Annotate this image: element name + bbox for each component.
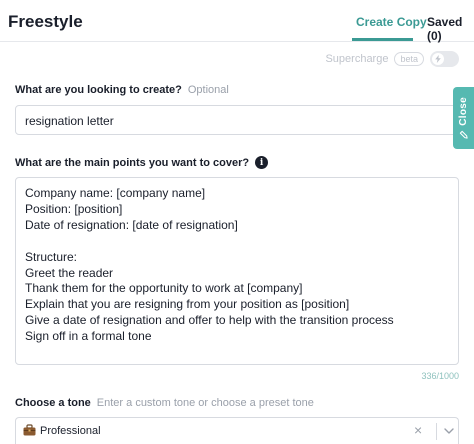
supercharge-toggle[interactable] [430,51,459,67]
active-tab-indicator [352,38,413,41]
beta-badge: beta [394,52,424,66]
close-side-tab[interactable]: Close [453,87,474,149]
info-icon[interactable]: i [255,156,269,169]
tone-selected-value: Professional [40,425,101,437]
tone-hint: Enter a custom tone or choose a preset t… [96,397,314,409]
clear-icon[interactable]: × [414,422,422,438]
header: Freestyle Create Copy Saved (0) [0,0,474,43]
create-field-label: What are you looking to create? Optional [15,84,229,96]
close-label: Close [458,97,469,126]
toggle-knob [432,53,444,65]
points-field-label-text: What are the main points you want to cov… [15,156,250,169]
optional-hint: Optional [187,84,229,96]
pencil-icon [459,130,468,139]
points-textarea[interactable]: Company name: [company name] Position: [… [15,177,459,365]
chevron-down-icon[interactable] [443,425,455,437]
points-field-label: What are the main points you want to cov… [15,156,269,169]
tab-create-copy[interactable]: Create Copy [356,15,427,29]
char-count: 336/1000 [421,371,459,381]
create-input[interactable]: resignation letter [15,105,459,135]
tab-saved[interactable]: Saved (0) [427,15,474,43]
tone-field-label-text: Choose a tone [15,397,91,409]
create-field-label-text: What are you looking to create? [15,84,182,96]
tone-select[interactable]: Professional × [15,417,459,444]
lightning-icon [435,55,441,63]
app-title: Freestyle [8,12,83,31]
tone-field-label: Choose a tone Enter a custom tone or cho… [15,397,314,409]
select-divider [436,423,437,440]
briefcase-icon [23,424,36,436]
supercharge-row: Supercharge beta [325,51,459,67]
supercharge-label: Supercharge [325,53,389,65]
